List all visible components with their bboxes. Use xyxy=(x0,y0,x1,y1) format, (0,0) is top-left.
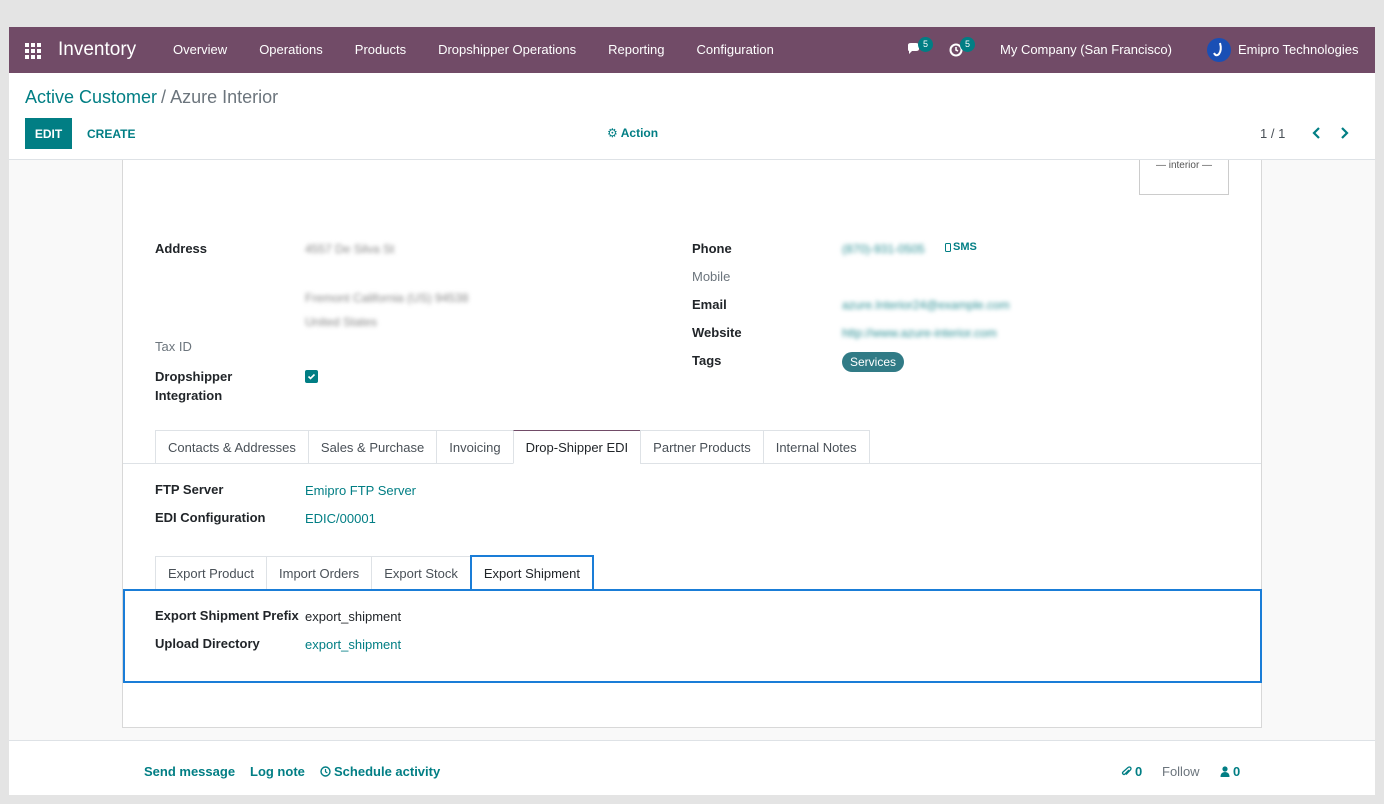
edi-configuration-value[interactable]: EDIC/00001 xyxy=(305,511,376,526)
attachments-count: 0 xyxy=(1135,764,1143,779)
address-street[interactable]: 4557 De Silva St xyxy=(305,242,394,256)
export-shipment-highlight xyxy=(123,589,1262,683)
main-menu: Overview Operations Products Dropshipper… xyxy=(157,27,790,73)
website-value[interactable]: http://www.azure-interior.com xyxy=(842,326,997,340)
dropshipper-label-line1: Dropshipper xyxy=(155,369,233,384)
messages-count-badge: 5 xyxy=(918,37,933,52)
menu-reporting[interactable]: Reporting xyxy=(592,27,680,73)
breadcrumb-parent[interactable]: Active Customer xyxy=(25,87,157,107)
log-note-button[interactable]: Log note xyxy=(250,764,305,779)
breadcrumb-separator: / xyxy=(161,87,167,107)
activities-icon[interactable]: 5 xyxy=(948,37,975,57)
dropshipper-label-line2: Integration xyxy=(155,388,223,403)
upload-directory-label: Upload Directory xyxy=(155,636,260,651)
ftp-server-label: FTP Server xyxy=(155,482,224,497)
pager-next-button[interactable] xyxy=(1334,123,1354,143)
top-navbar: Inventory Overview Operations Products D… xyxy=(9,27,1375,73)
subtab-export-product[interactable]: Export Product xyxy=(155,556,266,590)
sub-notebook-tabs: Export Product Import Orders Export Stoc… xyxy=(155,555,594,590)
followers-button[interactable]: 0 xyxy=(1220,764,1240,779)
subtab-export-stock[interactable]: Export Stock xyxy=(371,556,470,590)
paperclip-icon xyxy=(1121,765,1132,775)
edit-button[interactable]: EDIT xyxy=(25,118,72,149)
phone-value[interactable]: (870)-931-0505 xyxy=(842,242,925,256)
edi-configuration-label: EDI Configuration xyxy=(155,510,266,525)
tax-id-label: Tax ID xyxy=(155,339,192,354)
address-city-state-zip[interactable]: Fremont California (US) 94538 xyxy=(305,291,468,305)
action-label: Action xyxy=(620,126,659,140)
export-shipment-prefix-label: Export Shipment Prefix xyxy=(155,608,299,623)
mobile-label: Mobile xyxy=(692,269,731,284)
tags-label: Tags xyxy=(692,353,722,368)
schedule-activity-button[interactable]: Schedule activity xyxy=(320,764,440,779)
tag-services[interactable]: Services xyxy=(842,352,905,372)
chatter-bar: Send message Log note Schedule activity … xyxy=(9,740,1375,795)
phone-label: Phone xyxy=(692,241,732,256)
address-country[interactable]: United States xyxy=(305,315,377,329)
notebook-tabs: Contacts & Addresses Sales & Purchase In… xyxy=(155,430,870,464)
app-window: Inventory Overview Operations Products D… xyxy=(9,27,1375,795)
company-switcher[interactable]: My Company (San Francisco) xyxy=(1000,42,1172,57)
subtab-export-shipment[interactable]: Export Shipment xyxy=(469,555,594,590)
user-menu[interactable]: Emipro Technologies xyxy=(1238,42,1358,57)
partner-logo[interactable]: — interior — xyxy=(1139,160,1229,195)
menu-configuration[interactable]: Configuration xyxy=(681,27,790,73)
activities-count-badge: 5 xyxy=(960,37,975,52)
email-label: Email xyxy=(692,297,727,312)
mobile-icon xyxy=(945,242,951,252)
subtab-import-orders[interactable]: Import Orders xyxy=(266,556,372,590)
attachments-button[interactable]: 0 xyxy=(1121,764,1142,779)
upload-directory-value[interactable]: export_shipment xyxy=(305,637,401,652)
address-label: Address xyxy=(155,241,208,256)
form-sheet: — interior — Address 4557 De Silva St Fr… xyxy=(122,160,1262,728)
pager-value[interactable]: 1 / 1 xyxy=(1260,126,1285,141)
follow-button[interactable]: Follow xyxy=(1162,764,1200,779)
schedule-activity-label: Schedule activity xyxy=(334,764,441,779)
sms-label: SMS xyxy=(953,241,977,253)
tab-contacts-addresses[interactable]: Contacts & Addresses xyxy=(155,430,308,464)
user-avatar[interactable] xyxy=(1207,38,1231,62)
chevron-right-icon xyxy=(1341,127,1349,139)
ftp-server-value[interactable]: Emipro FTP Server xyxy=(305,483,416,498)
dropshipper-integration-checkbox[interactable] xyxy=(305,370,318,383)
website-label: Website xyxy=(692,325,742,340)
tab-invoicing[interactable]: Invoicing xyxy=(436,430,513,464)
form-view: — interior — Address 4557 De Silva St Fr… xyxy=(9,160,1375,740)
menu-dropshipper-operations[interactable]: Dropshipper Operations xyxy=(422,27,592,73)
menu-products[interactable]: Products xyxy=(339,27,422,73)
menu-overview[interactable]: Overview xyxy=(157,27,243,73)
sms-button[interactable]: SMS xyxy=(945,241,977,253)
breadcrumb: Active Customer / Azure Interior xyxy=(25,87,278,108)
chevron-left-icon xyxy=(1312,127,1320,139)
breadcrumb-current: Azure Interior xyxy=(170,87,279,107)
menu-operations[interactable]: Operations xyxy=(243,27,339,73)
control-panel: Active Customer / Azure Interior EDIT CREA… xyxy=(9,73,1375,160)
clock-icon xyxy=(320,766,331,777)
check-icon xyxy=(307,373,316,380)
export-shipment-prefix-value[interactable]: export_shipment xyxy=(305,609,401,624)
tab-sales-purchase[interactable]: Sales & Purchase xyxy=(307,430,437,464)
followers-count: 0 xyxy=(1233,764,1241,779)
create-button[interactable]: CREATE xyxy=(79,118,143,149)
gear-icon: ⚙ xyxy=(607,126,618,140)
messages-icon[interactable]: 5 xyxy=(906,37,933,57)
apps-menu-icon[interactable] xyxy=(25,43,41,59)
pager-previous-button[interactable] xyxy=(1307,123,1327,143)
send-message-button[interactable]: Send message xyxy=(144,764,235,779)
user-icon xyxy=(1220,766,1230,777)
tab-internal-notes[interactable]: Internal Notes xyxy=(762,430,870,464)
tab-drop-shipper-edi[interactable]: Drop-Shipper EDI xyxy=(512,430,641,464)
action-button[interactable]: ⚙ Action xyxy=(607,126,658,140)
app-name[interactable]: Inventory xyxy=(58,39,136,61)
tab-partner-products[interactable]: Partner Products xyxy=(640,430,763,464)
email-value[interactable]: azure.Interior24@example.com xyxy=(842,298,1010,312)
